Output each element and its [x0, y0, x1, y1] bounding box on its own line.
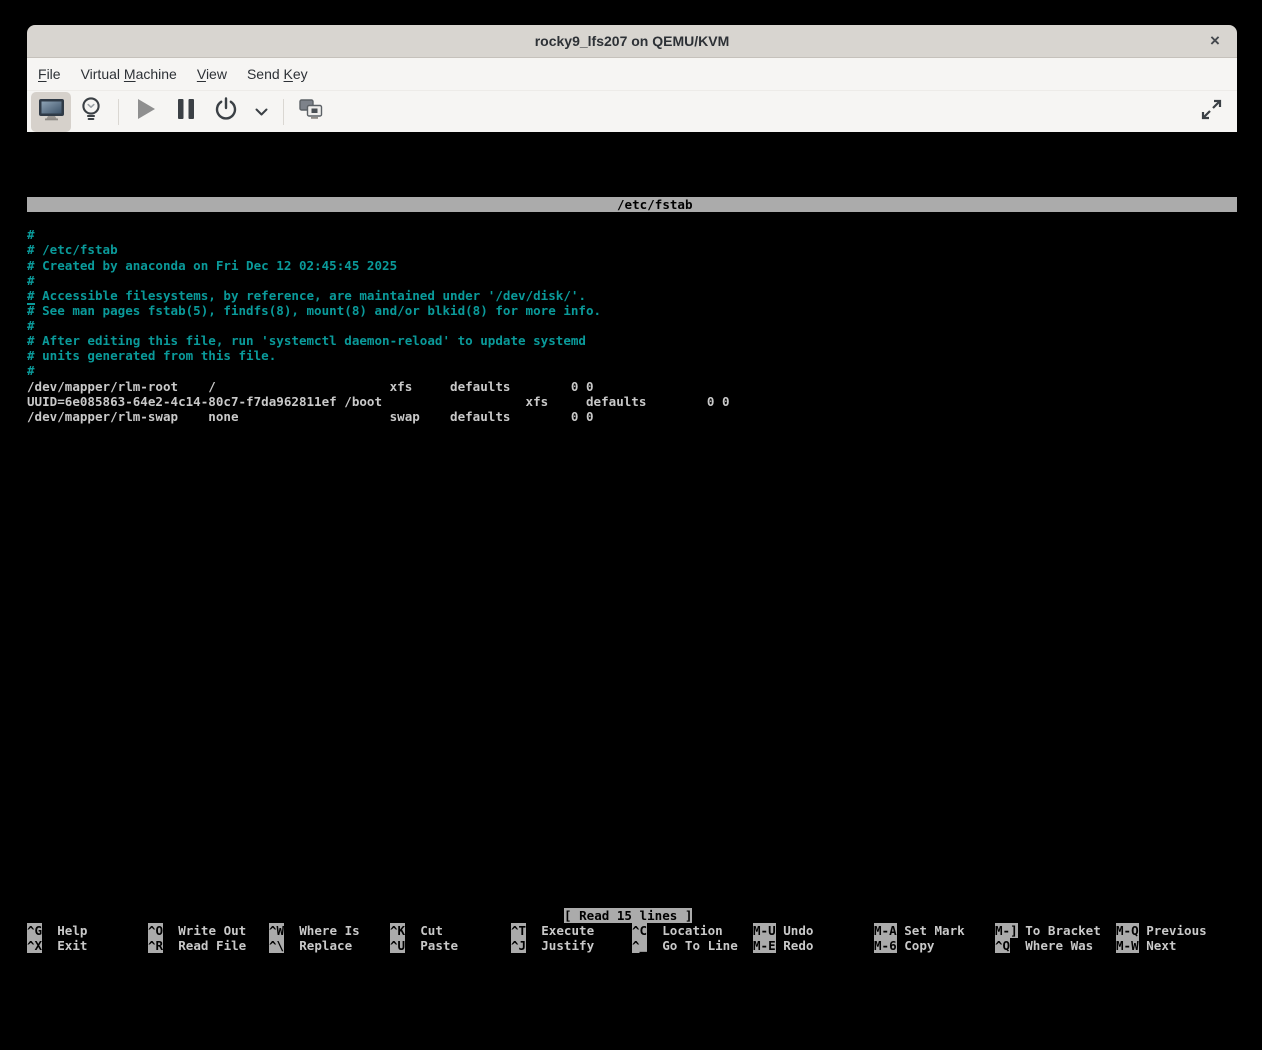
nano-statusbar: [ Read 15 lines ]	[564, 908, 692, 923]
shortcut-execute: ^TExecute	[511, 923, 632, 938]
shortcut-exit: ^XExit	[27, 938, 148, 953]
nano-shortcuts: ^GHelp ^OWrite Out ^WWhere Is ^KCut ^TEx…	[27, 923, 1237, 953]
buffer-line: # Created by anaconda on Fri Dec 12 02:4…	[27, 258, 730, 273]
menu-view[interactable]: View	[197, 66, 227, 82]
chevron-down-icon	[255, 103, 268, 121]
buffer-line: # units generated from this file.	[27, 348, 730, 363]
shutdown-button[interactable]	[206, 92, 246, 132]
menu-send-key[interactable]: Send Key	[247, 66, 308, 82]
shortcut-redo: M-ERedo	[753, 938, 874, 953]
shortcut-paste: ^UPaste	[390, 938, 511, 953]
nano-filename: /etc/fstab	[617, 197, 693, 212]
fstab-entry-boot: UUID=6e085863-64e2-4c14-80c7-f7da962811e…	[27, 394, 730, 409]
buffer-line-with-cursor: # Accessible filesystems, by reference, …	[27, 288, 730, 303]
show-console-button[interactable]	[31, 92, 71, 132]
menu-file[interactable]: File	[38, 66, 61, 82]
vm-window: rocky9_lfs207 on QEMU/KVM × File Virtual…	[27, 25, 1237, 132]
buffer-line: # After editing this file, run 'systemct…	[27, 333, 730, 348]
shortcut-go-to-line: ^_Go To Line	[632, 938, 753, 953]
shortcut-undo: M-UUndo	[753, 923, 874, 938]
shortcut-row-2: ^XExit ^RRead File ^\Replace ^UPaste ^JJ…	[27, 938, 1237, 953]
buffer-line: #	[27, 363, 730, 378]
window-title: rocky9_lfs207 on QEMU/KVM	[535, 33, 730, 49]
toolbar	[27, 91, 1237, 132]
shortcut-write-out: ^OWrite Out	[148, 923, 269, 938]
shortcut-previous: M-QPrevious	[1116, 923, 1237, 938]
power-icon	[214, 97, 238, 126]
play-icon	[137, 98, 156, 125]
screenshot-button[interactable]	[291, 92, 331, 132]
toolbar-separator	[283, 99, 284, 125]
shortcut-location: ^CLocation	[632, 923, 753, 938]
menubar: File Virtual Machine View Send Key	[27, 58, 1237, 91]
guest-console[interactable]: GNU nano 5.6.1 /etc/fstab # # /etc/fstab…	[27, 197, 1237, 954]
nano-version: GNU nano 5.6.1	[57, 212, 178, 227]
fullscreen-button[interactable]	[1191, 92, 1231, 132]
shortcut-to-bracket: M-]To Bracket	[995, 923, 1116, 938]
fullscreen-icon	[1201, 99, 1222, 125]
menu-virtual-machine[interactable]: Virtual Machine	[81, 66, 177, 82]
buffer-line: # /etc/fstab	[27, 242, 730, 257]
lightbulb-details-icon	[80, 97, 102, 126]
pause-button[interactable]	[166, 92, 206, 132]
shortcut-cut: ^KCut	[390, 923, 511, 938]
shortcut-justify: ^JJustify	[511, 938, 632, 953]
nano-titlebar: GNU nano 5.6.1 /etc/fstab	[27, 197, 1237, 212]
shortcut-help: ^GHelp	[27, 923, 148, 938]
toolbar-separator	[118, 99, 119, 125]
shutdown-menu-button[interactable]	[246, 92, 276, 132]
titlebar[interactable]: rocky9_lfs207 on QEMU/KVM ×	[27, 25, 1237, 58]
pause-icon	[177, 98, 195, 125]
close-icon[interactable]: ×	[1199, 25, 1231, 57]
nano-buffer: # # /etc/fstab # Created by anaconda on …	[27, 227, 730, 424]
screenshot-displays-icon	[299, 99, 323, 125]
buffer-line: #	[27, 227, 730, 242]
shortcut-copy: M-6Copy	[874, 938, 995, 953]
buffer-line: #	[27, 318, 730, 333]
shortcut-set-mark: M-ASet Mark	[874, 923, 995, 938]
shortcut-where-is: ^WWhere Is	[269, 923, 390, 938]
console-display-icon	[38, 98, 65, 126]
show-details-button[interactable]	[71, 92, 111, 132]
shortcut-replace: ^\Replace	[269, 938, 390, 953]
shortcut-read-file: ^RRead File	[148, 938, 269, 953]
buffer-line: #	[27, 273, 730, 288]
shortcut-next: M-WNext	[1116, 938, 1237, 953]
shortcut-row-1: ^GHelp ^OWrite Out ^WWhere Is ^KCut ^TEx…	[27, 923, 1237, 938]
run-button[interactable]	[126, 92, 166, 132]
fstab-entry-root: /dev/mapper/rlm-root / xfs defaults 0 0	[27, 379, 730, 394]
buffer-line: # See man pages fstab(5), findfs(8), mou…	[27, 303, 730, 318]
fstab-entry-swap: /dev/mapper/rlm-swap none swap defaults …	[27, 409, 730, 424]
shortcut-where-was: ^QWhere Was	[995, 938, 1116, 953]
